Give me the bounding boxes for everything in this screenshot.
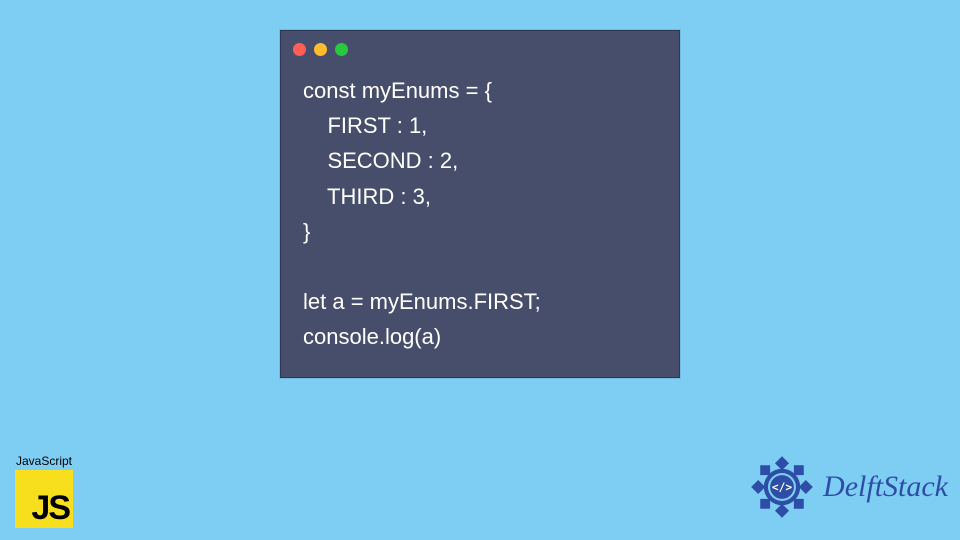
minimize-icon [314,43,327,56]
svg-text:</>: </> [772,481,792,494]
javascript-logo-text: JS [31,489,69,528]
maximize-icon [335,43,348,56]
javascript-badge: JavaScript JS [8,454,80,528]
close-icon [293,43,306,56]
code-window: const myEnums = { FIRST : 1, SECOND : 2,… [280,30,680,378]
code-content: const myEnums = { FIRST : 1, SECOND : 2,… [281,59,679,377]
javascript-label: JavaScript [8,454,80,468]
javascript-logo-icon: JS [15,470,73,528]
delftstack-logo-icon: </> [747,452,817,522]
window-titlebar [281,31,679,59]
delftstack-text: DelftStack [823,470,948,504]
delftstack-brand: </> DelftStack [747,452,948,522]
